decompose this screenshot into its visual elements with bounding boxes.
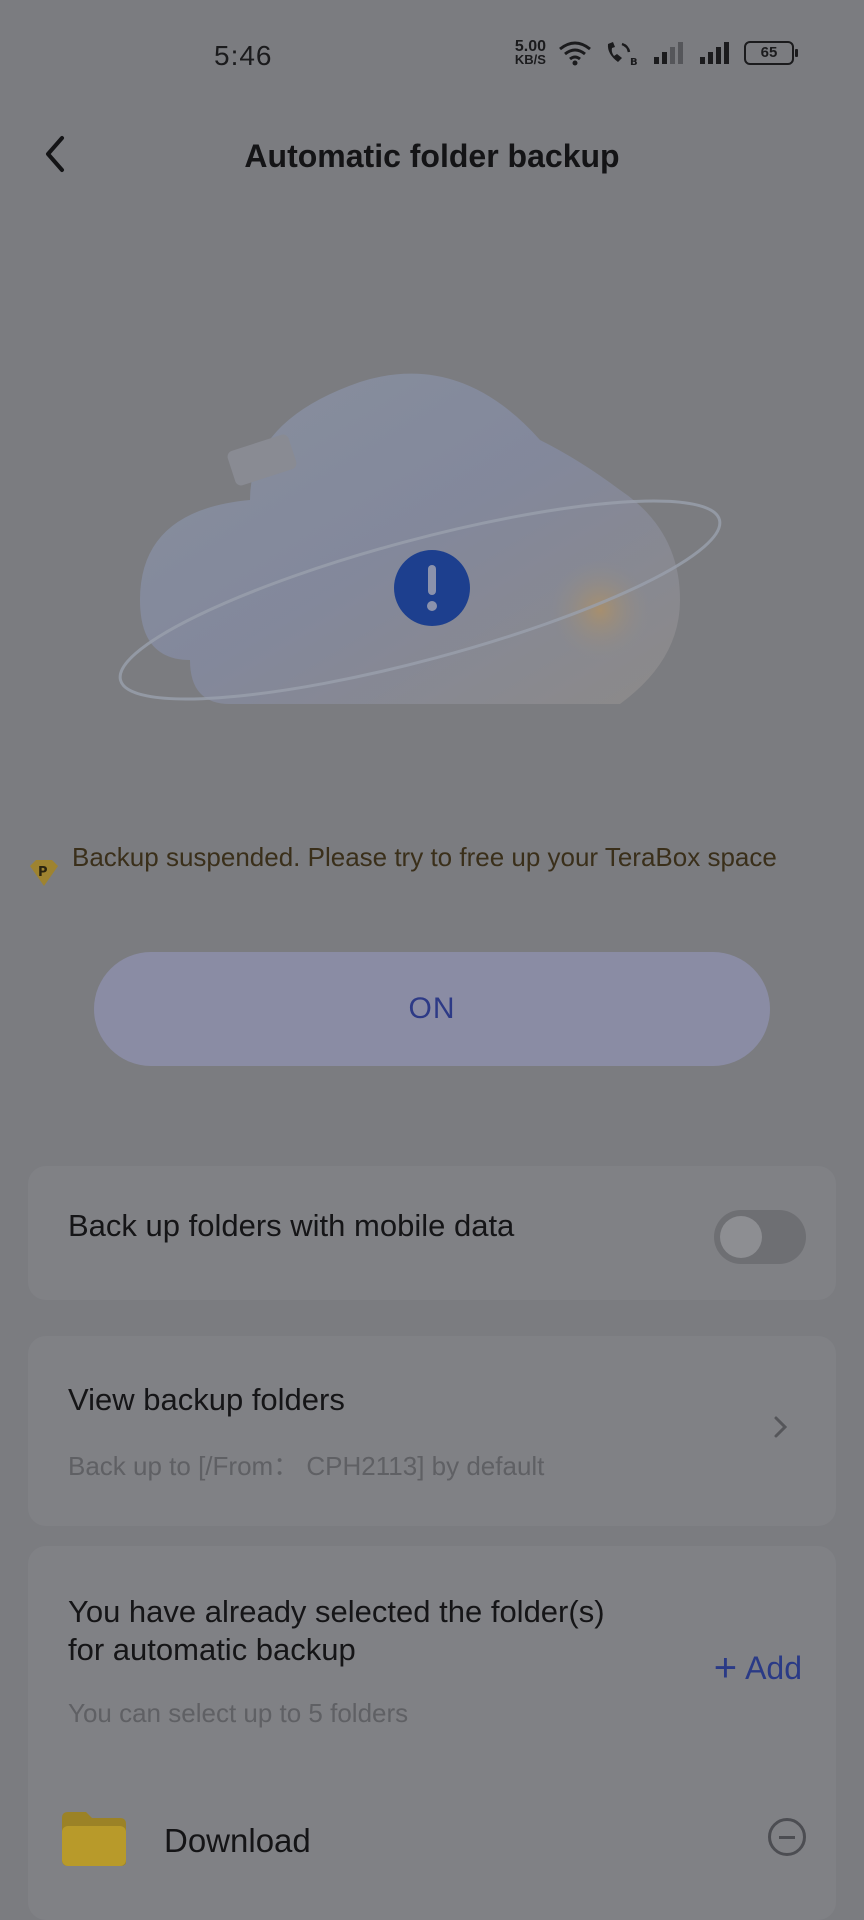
- plus-icon: +: [713, 1646, 738, 1690]
- warning-text: Backup suspended. Please try to free up …: [72, 842, 777, 872]
- toggle-knob: [720, 1216, 762, 1258]
- mobile-data-card: Back up folders with mobile data: [28, 1166, 836, 1300]
- status-bar: 5:46 5.00 KB/S B 65: [0, 0, 864, 110]
- mobile-data-label: Back up folders with mobile data: [68, 1208, 515, 1243]
- svg-text:B: B: [630, 57, 638, 66]
- selected-title-line2: for automatic backup: [68, 1632, 356, 1667]
- view-backup-folders-title: View backup folders: [68, 1382, 345, 1417]
- status-icons: 5.00 KB/S B 65: [514, 39, 798, 67]
- signal-sim1-icon: [654, 42, 683, 64]
- cloud-warning-illustration: [100, 360, 740, 720]
- premium-badge-icon: P: [30, 860, 58, 886]
- selected-title-line1: You have already selected the folder(s): [68, 1594, 605, 1629]
- battery-indicator: 65: [744, 41, 798, 65]
- mobile-data-toggle[interactable]: [714, 1210, 806, 1264]
- folder-icon: [62, 1812, 126, 1866]
- svg-text:P: P: [38, 865, 48, 880]
- backup-on-button[interactable]: ON: [94, 952, 770, 1066]
- volte-call-icon: B: [607, 42, 638, 66]
- network-speed: 5.00 KB/S: [514, 39, 546, 67]
- page-title: Automatic folder backup: [244, 138, 620, 174]
- app-bar: Automatic folder backup: [0, 110, 864, 200]
- wifi-icon: [559, 41, 591, 66]
- exclamation-icon: [394, 550, 470, 626]
- view-backup-folders-row[interactable]: View backup folders Back up to [/From： C…: [28, 1336, 836, 1526]
- signal-sim2-icon: [700, 42, 729, 64]
- chevron-right-icon: [774, 1416, 788, 1438]
- folder-name: Download: [164, 1822, 311, 1859]
- selected-folders-card: You have already selected the folder(s) …: [28, 1546, 836, 1920]
- network-speed-unit: KB/S: [514, 52, 546, 67]
- add-folder-button[interactable]: + Add: [714, 1648, 802, 1688]
- remove-folder-icon[interactable]: [768, 1818, 806, 1856]
- status-time: 5:46: [214, 40, 273, 71]
- selected-hint: You can select up to 5 folders: [68, 1698, 409, 1728]
- backup-warning: P Backup suspended. Please try to free u…: [26, 840, 826, 892]
- view-backup-folders-subtitle: Back up to [/From： CPH2113] by default: [68, 1451, 545, 1481]
- add-label: Add: [745, 1649, 802, 1686]
